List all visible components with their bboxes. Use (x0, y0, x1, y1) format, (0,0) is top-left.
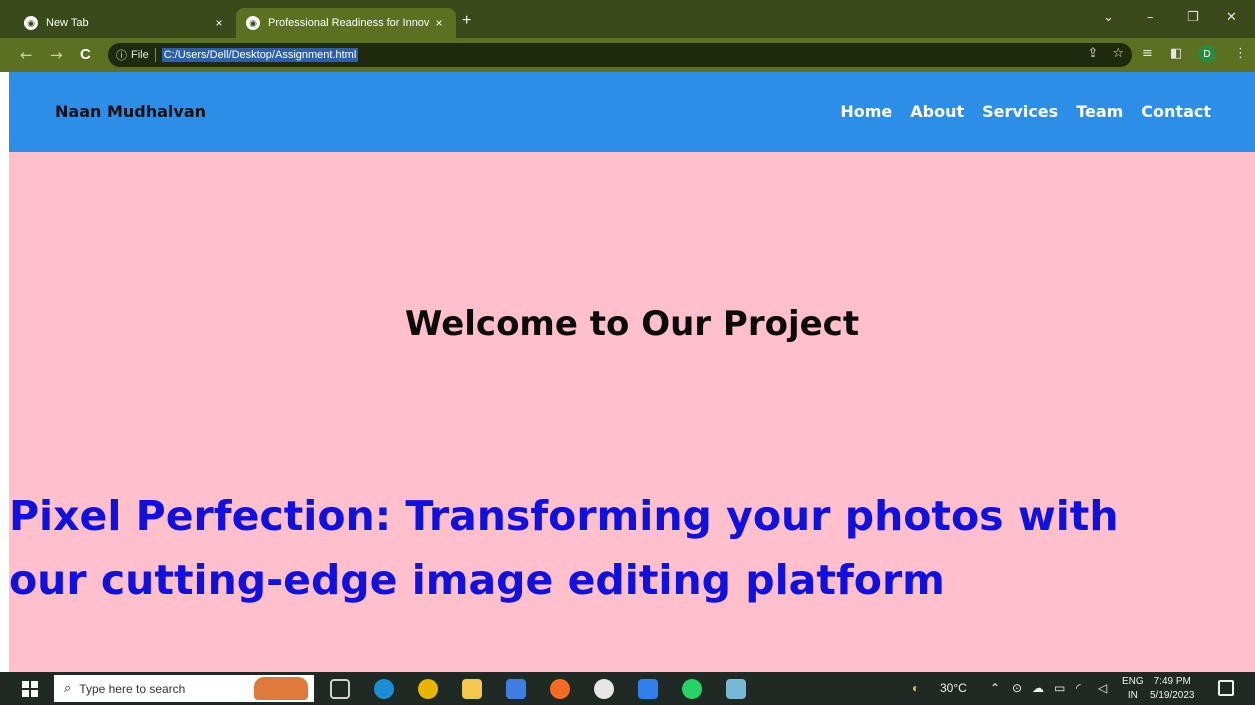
window-close-icon[interactable]: ✕ (1226, 10, 1237, 25)
search-highlight-icon (254, 677, 308, 700)
site-brand[interactable]: Naan Mudhalvan (55, 102, 206, 121)
nav-link-contact[interactable]: Contact (1141, 102, 1211, 121)
web-page: Naan Mudhalvan Home About Services Team … (9, 72, 1255, 672)
tab-professional-readiness[interactable]: ◉ Professional Readiness for Innov × (236, 8, 456, 38)
menu-icon[interactable]: ⋮ (1234, 46, 1247, 61)
language-indicator[interactable]: ENG IN (1122, 675, 1144, 703)
nav-link-about[interactable]: About (910, 102, 964, 121)
app-icon[interactable] (726, 679, 746, 699)
clock-date: 5/19/2023 (1150, 690, 1195, 701)
wifi-icon[interactable]: ◜ (1076, 681, 1081, 695)
chrome-icon: ◉ (246, 16, 260, 30)
tab-new-tab[interactable]: ◉ New Tab × (14, 8, 236, 38)
close-icon[interactable]: × (430, 16, 448, 30)
chevron-up-icon[interactable]: ⌃ (990, 681, 1000, 695)
page-title: Welcome to Our Project (404, 304, 860, 344)
battery-icon[interactable]: ▭ (1054, 681, 1065, 695)
site-navbar: Naan Mudhalvan Home About Services Team … (9, 72, 1255, 152)
nav-link-team[interactable]: Team (1076, 102, 1123, 121)
omnibox-actions: ⇪ ☆ (1087, 46, 1124, 61)
address-bar[interactable]: ⓘ File C:/Users/Dell/Desktop/Assignment.… (108, 43, 1132, 67)
firefox-icon[interactable] (550, 679, 570, 699)
chevron-down-icon[interactable]: ⌄ (1103, 10, 1114, 25)
nav-link-services[interactable]: Services (982, 102, 1058, 121)
star-icon[interactable]: ☆ (1112, 46, 1124, 61)
windows-taskbar: ⌕ Type here to search ◐ 30°C ⌃ ⊙ ☁ ▭ ◜ ◁… (0, 672, 1255, 705)
restore-icon[interactable]: ❐ (1187, 10, 1199, 25)
meet-icon[interactable]: ⊙ (1012, 681, 1022, 695)
tab-title: Professional Readiness for Innov (268, 17, 430, 29)
task-view-icon[interactable] (330, 679, 350, 699)
clock-time: 7:49 PM (1153, 676, 1191, 687)
new-tab-button[interactable]: + (462, 12, 471, 30)
clock[interactable]: 7:49 PM 5/19/2023 (1150, 675, 1195, 703)
chrome-taskbar-icon[interactable] (418, 679, 438, 699)
minimize-icon[interactable]: – (1147, 10, 1154, 25)
volume-icon[interactable]: ◁ (1098, 681, 1107, 695)
site-nav-links: Home About Services Team Contact (840, 102, 1211, 121)
taskbar-search[interactable]: ⌕ Type here to search (54, 675, 314, 702)
notification-icon[interactable] (1218, 680, 1234, 696)
tab-title: New Tab (46, 17, 89, 29)
vscode-icon[interactable] (638, 679, 658, 699)
store-icon[interactable] (506, 679, 526, 699)
share-icon[interactable]: ⇪ (1087, 46, 1098, 61)
site-info[interactable]: ⓘ File (116, 47, 149, 63)
reading-list-icon[interactable]: ≡ (1142, 46, 1153, 61)
back-icon[interactable]: ← (20, 46, 33, 64)
profile-avatar[interactable]: D (1198, 45, 1216, 63)
app-icon[interactable] (594, 679, 614, 699)
reload-icon[interactable]: C (80, 46, 91, 63)
forward-icon[interactable]: → (50, 46, 63, 64)
info-icon: ⓘ (116, 50, 127, 62)
language-code: ENG (1122, 676, 1144, 687)
site-info-label: File (131, 49, 149, 61)
search-icon: ⌕ (64, 681, 72, 696)
side-panel-icon[interactable]: ◧ (1170, 46, 1182, 61)
weather-temp[interactable]: 30°C (940, 681, 967, 695)
tagline: Pixel Perfection: Transforming your phot… (9, 492, 1119, 604)
weather-icon[interactable]: ◐ (912, 681, 919, 695)
divider (154, 48, 156, 62)
search-placeholder: Type here to search (79, 681, 186, 696)
chrome-icon: ◉ (24, 16, 38, 30)
file-explorer-icon[interactable] (462, 679, 482, 699)
url-text[interactable]: C:/Users/Dell/Desktop/Assignment.html (161, 48, 359, 62)
edge-icon[interactable] (374, 679, 394, 699)
whatsapp-icon[interactable] (682, 679, 702, 699)
region-code: IN (1127, 690, 1138, 701)
browser-tab-bar: ◉ New Tab × ◉ Professional Readiness for… (0, 0, 1255, 38)
browser-toolbar: ← → C ⓘ File C:/Users/Dell/Desktop/Assig… (0, 38, 1255, 72)
close-icon[interactable]: × (210, 16, 228, 30)
windows-start-icon[interactable] (22, 681, 38, 697)
cloud-icon[interactable]: ☁ (1032, 681, 1044, 695)
nav-link-home[interactable]: Home (840, 102, 892, 121)
